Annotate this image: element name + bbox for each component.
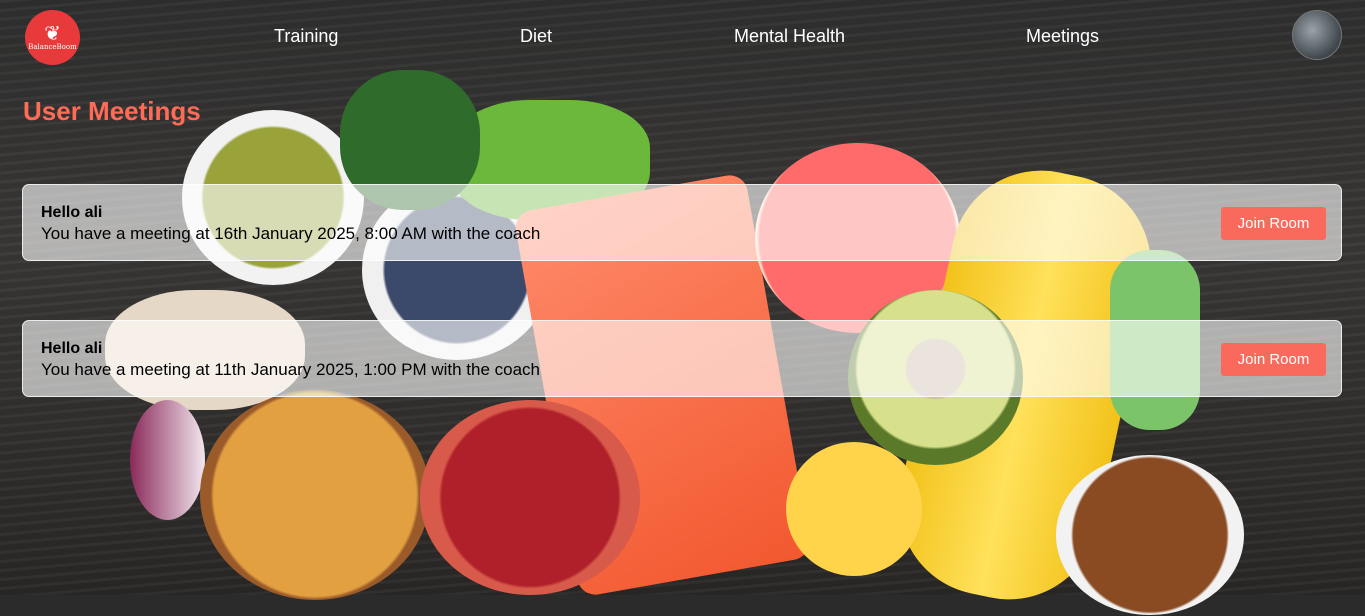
meeting-greeting: Hello ali	[41, 204, 103, 221]
nav-diet[interactable]: Diet	[520, 26, 552, 47]
logo-text: BalanceBoom	[28, 42, 77, 51]
nav-meetings[interactable]: Meetings	[1026, 26, 1099, 47]
chanterelles-bowl	[200, 390, 430, 600]
meeting-message: You have a meeting at 16th January 2025,…	[41, 224, 541, 243]
meeting-greeting: Hello ali	[41, 340, 103, 357]
pomegranate	[420, 400, 640, 595]
almonds-bowl	[1056, 455, 1244, 615]
join-room-button[interactable]: Join Room	[1221, 343, 1326, 376]
nav-mental-health[interactable]: Mental Health	[734, 26, 845, 47]
page-title: User Meetings	[23, 96, 201, 126]
nav-training[interactable]: Training	[274, 26, 338, 47]
top-navbar: ❦ BalanceBoom Training Diet Mental Healt…	[0, 0, 1365, 72]
meeting-message: You have a meeting at 11th January 2025,…	[41, 360, 541, 379]
background-image	[0, 0, 1365, 616]
lemon	[786, 442, 922, 576]
brand-logo[interactable]: ❦ BalanceBoom	[25, 10, 80, 65]
onion	[130, 400, 205, 520]
join-room-button[interactable]: Join Room	[1221, 207, 1326, 240]
meeting-card: Hello ali You have a meeting at 11th Jan…	[22, 320, 1342, 397]
user-avatar[interactable]	[1292, 10, 1342, 60]
meeting-card: Hello ali You have a meeting at 16th Jan…	[22, 184, 1342, 261]
apple-logo-icon: ❦	[44, 22, 61, 45]
